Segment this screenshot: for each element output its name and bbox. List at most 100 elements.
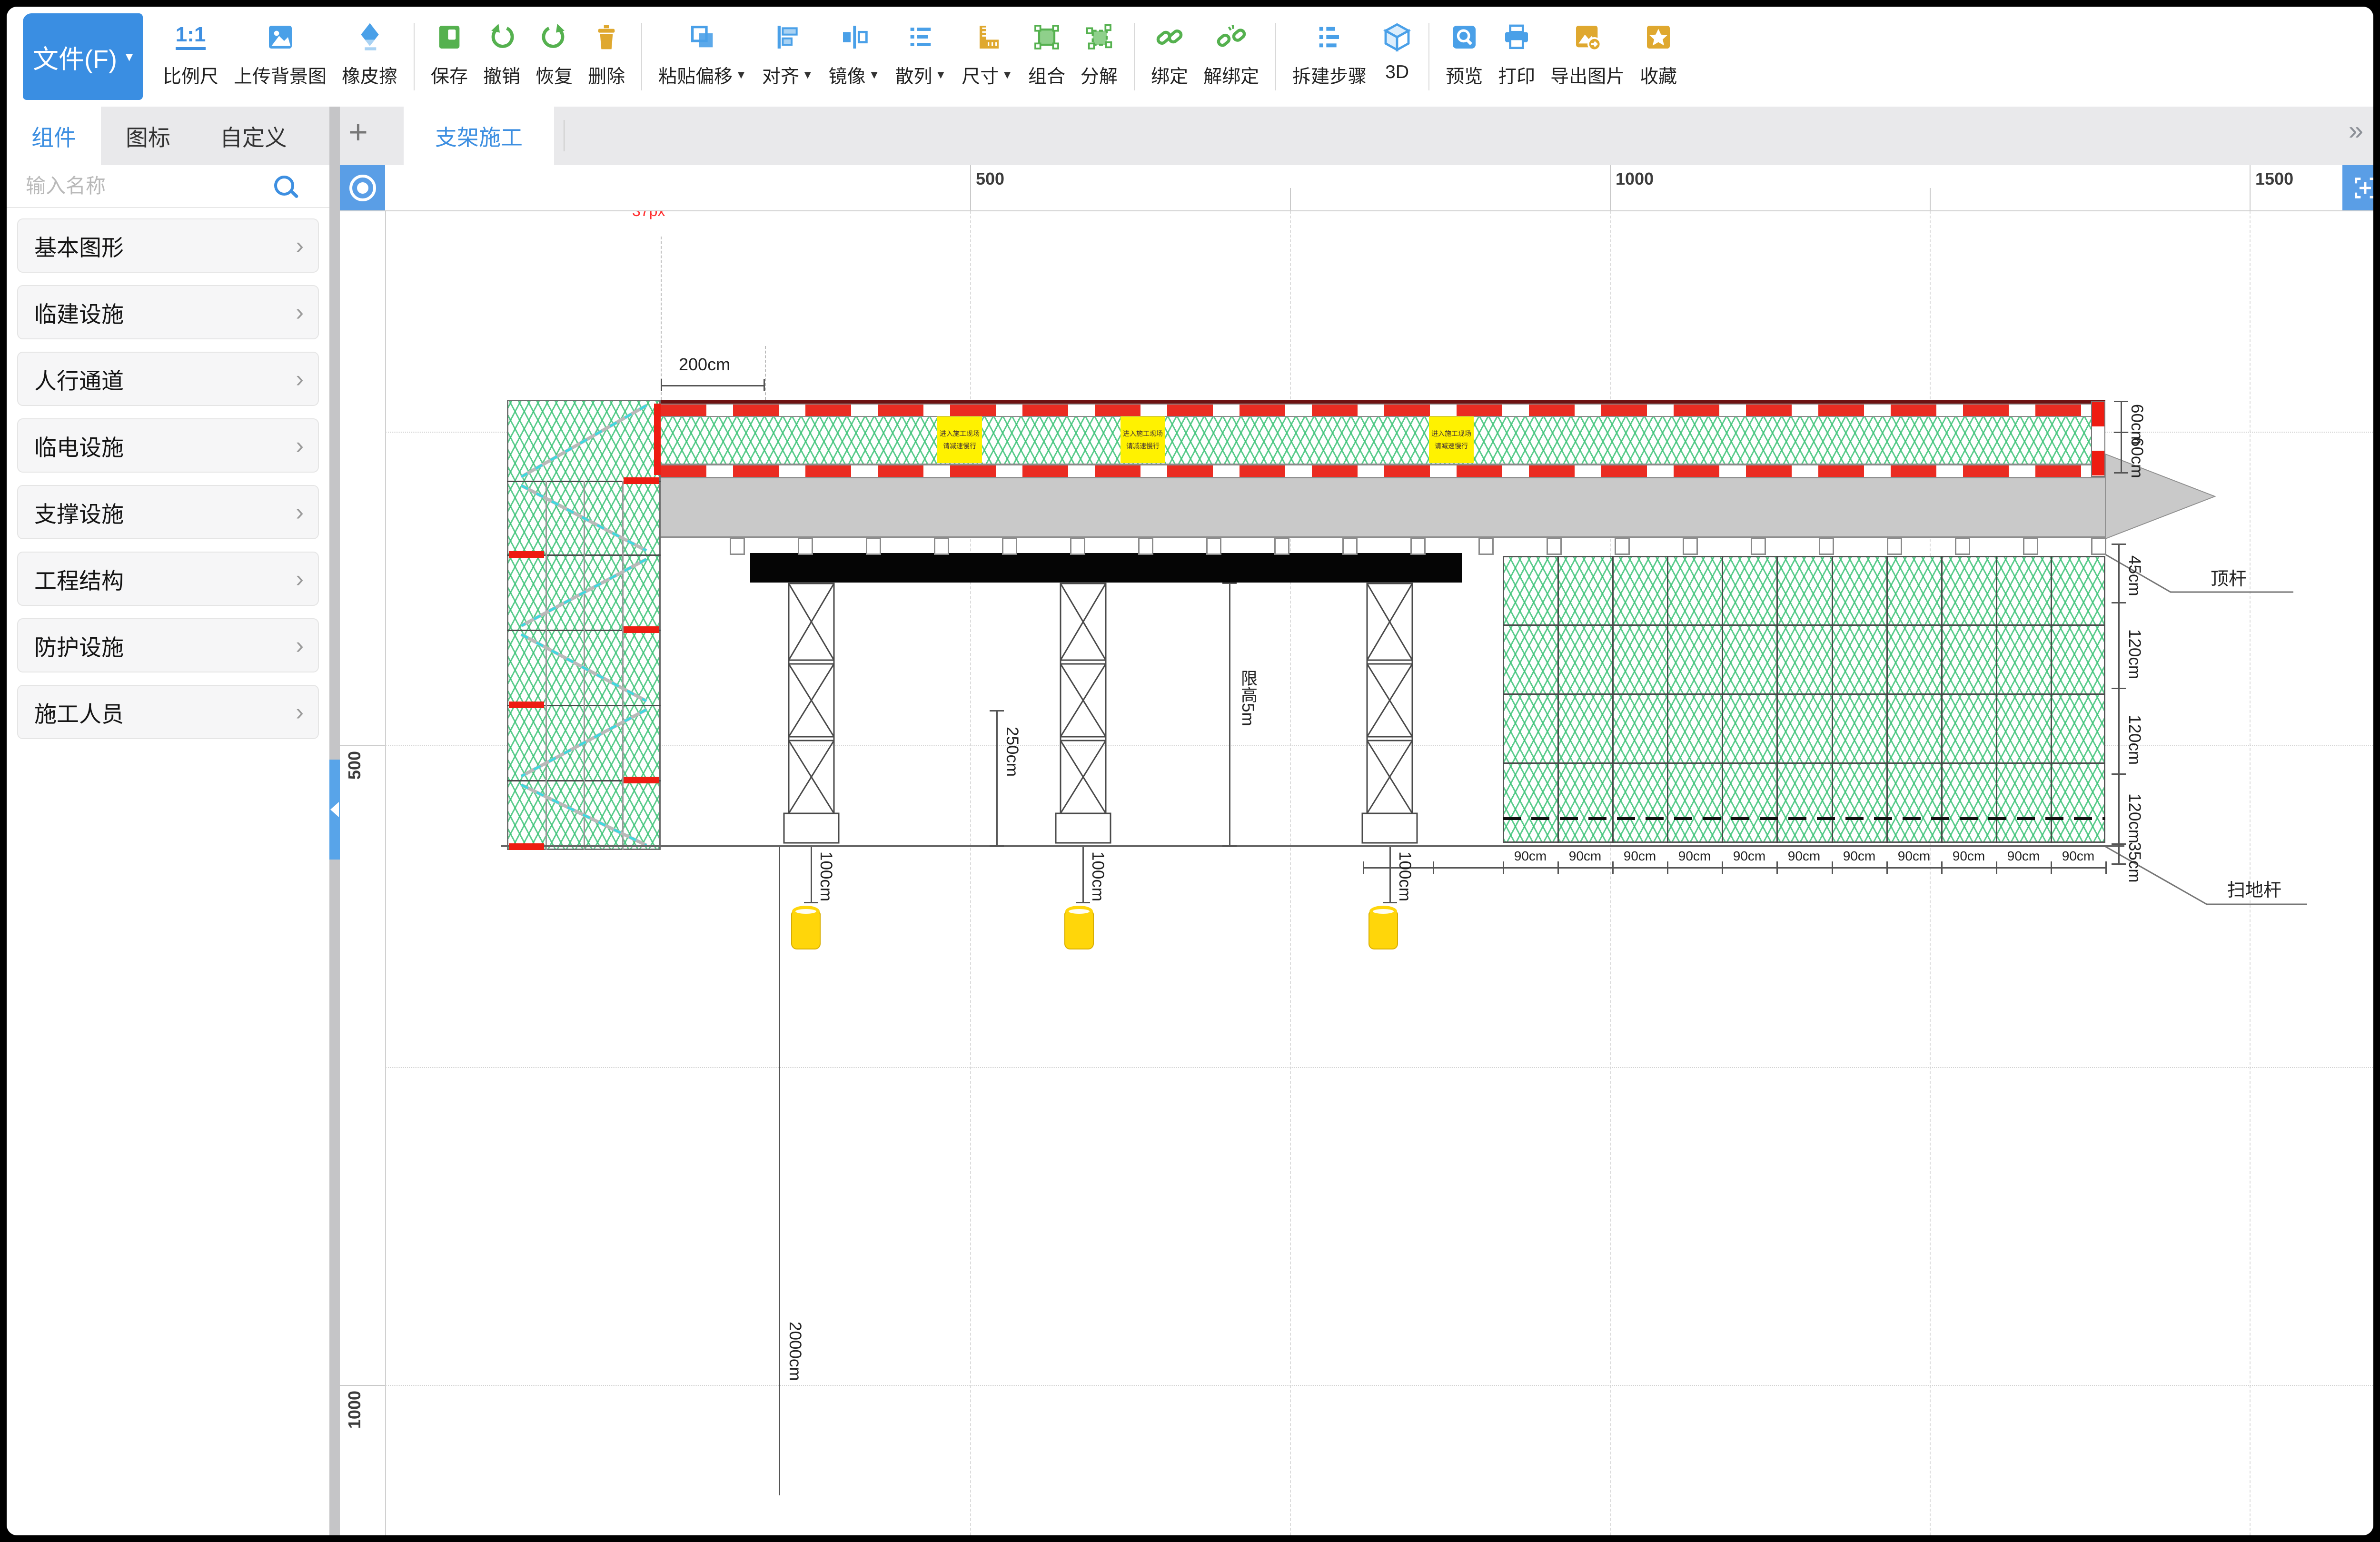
- traffic-barrel[interactable]: [1368, 906, 1398, 949]
- toolbar-button-upload-bg[interactable]: 上传背景图: [226, 7, 334, 107]
- sidebar-category[interactable]: 支撑设施›: [17, 485, 319, 539]
- toolbar-button-undo[interactable]: 撤销: [476, 7, 528, 107]
- toolbar-button-label: 恢复: [536, 62, 573, 89]
- toolbar-separator: [641, 23, 642, 90]
- ruler-minor-tick: [1290, 188, 1291, 210]
- dim-60-line: [2121, 401, 2122, 472]
- file-menu-button[interactable]: 文件(F) ▾: [23, 13, 143, 100]
- toolbar-button-cube[interactable]: 3D: [1374, 7, 1420, 107]
- right-dim-label: 120cm: [2125, 629, 2144, 679]
- sidebar-category[interactable]: 人行通道›: [17, 352, 319, 406]
- sidebar-category[interactable]: 临电设施›: [17, 418, 319, 473]
- sidebar-collapse-handle[interactable]: [329, 760, 340, 860]
- mesh-wall-post: [1667, 556, 1668, 843]
- toolbar-button-unbind[interactable]: 解绑定: [1196, 7, 1267, 107]
- sidebar-category[interactable]: 防护设施›: [17, 618, 319, 672]
- bearing-pad: [866, 538, 881, 555]
- caret-down-icon: ▼: [1002, 69, 1013, 82]
- ruler-vertical[interactable]: 500 1000: [340, 165, 386, 1535]
- category-label: 施工人员: [34, 696, 124, 729]
- toolbar-button-scale[interactable]: 1:1比例尺: [155, 7, 226, 107]
- chevron-right-icon: ›: [296, 367, 304, 391]
- mesh-wall-post: [1557, 556, 1559, 843]
- sidebar-search: [7, 165, 329, 208]
- delete-icon: [591, 19, 622, 55]
- toolbar-button-save[interactable]: 保存: [423, 7, 476, 107]
- ungroup-icon: [1084, 19, 1114, 55]
- toolbar-button-label: 收藏: [1640, 62, 1677, 89]
- category-label: 工程结构: [34, 563, 124, 595]
- toolbar-button-ungroup[interactable]: 分解: [1073, 7, 1125, 107]
- sidebar-category[interactable]: 工程结构 ›: [17, 552, 319, 606]
- canvas-viewport[interactable]: 500 1000 1500 500 1000 37px 进入施工现场 请减速慢行…: [340, 165, 2373, 1535]
- toolbar-button-delete[interactable]: 删除: [580, 7, 633, 107]
- barrel-top: [1369, 906, 1397, 917]
- sidebar-category[interactable]: 基本图形›: [17, 218, 319, 273]
- ruler-tick: [340, 1385, 385, 1386]
- steps-icon: [1314, 19, 1345, 55]
- lattice-tower[interactable]: [783, 583, 840, 844]
- warning-sign[interactable]: 进入施工现场 请减速慢行: [1121, 416, 1165, 463]
- warning-sign[interactable]: 进入施工现场 请减速慢行: [937, 416, 982, 463]
- search-input[interactable]: [25, 174, 255, 198]
- caret-down-icon: ▾: [126, 49, 133, 65]
- toolbar-button-favorite[interactable]: 收藏: [1632, 7, 1685, 107]
- joint-red-mark: [509, 551, 544, 558]
- tab-support-construction[interactable]: 支架施工: [404, 107, 554, 165]
- ruler-number: 1000: [345, 1391, 365, 1429]
- ruler-number: 1000: [1616, 169, 1654, 189]
- toolbar-button-size[interactable]: 尺寸▼: [954, 7, 1021, 107]
- tab-overflow-button[interactable]: »: [2349, 117, 2363, 144]
- toolbar-button-scatter[interactable]: 散列▼: [887, 7, 954, 107]
- right-dim-chain-line: [2118, 544, 2120, 863]
- toolbar-button-eraser[interactable]: 橡皮擦: [334, 7, 405, 107]
- lattice-tower[interactable]: [1055, 583, 1111, 844]
- ruler-number: 1500: [2255, 169, 2293, 189]
- sidebar-category[interactable]: 临建设施›: [17, 285, 319, 339]
- right-dim-label: 45cm: [2125, 555, 2144, 596]
- tab-label: 支架施工: [435, 120, 523, 152]
- toolbar: 文件(F) ▾ 1:1比例尺上传背景图橡皮擦保存撤销恢复删除粘贴偏移▼对齐▼镜像…: [7, 7, 2373, 108]
- sweep-rod-label: 扫地杆: [2227, 875, 2281, 901]
- bearing-pad: [1547, 538, 1562, 555]
- chevron-right-icon: ›: [296, 500, 304, 524]
- toolbar-button-redo[interactable]: 恢复: [528, 7, 580, 107]
- warning-sign[interactable]: 进入施工现场 请减速慢行: [1429, 416, 1474, 463]
- sidebar: 组件图标自定义 基本图形› 临建设施› 人行通道› 临电设施› 支撑设施› 工程结构 › 防护…: [7, 107, 329, 1535]
- barrel-body: [1064, 911, 1094, 949]
- caret-down-icon: ▼: [869, 69, 880, 82]
- bearing-pad: [1274, 538, 1289, 555]
- toolbar-button-group[interactable]: 组合: [1021, 7, 1073, 107]
- tab-separator: [564, 120, 565, 151]
- lattice-tower[interactable]: [1361, 583, 1418, 844]
- mesh-wall-post: [1996, 556, 1997, 843]
- traffic-barrel[interactable]: [791, 906, 821, 949]
- height-limit-line: [1229, 583, 1230, 847]
- search-icon[interactable]: [274, 176, 294, 196]
- ruler-origin-button[interactable]: [340, 165, 385, 210]
- sidebar-tab-组件[interactable]: 组件: [7, 107, 101, 165]
- toolbar-button-label: 橡皮擦: [342, 62, 397, 89]
- bearing-pad: [1478, 538, 1494, 555]
- traffic-barrel[interactable]: [1064, 906, 1094, 949]
- toolbar-button-print[interactable]: 打印: [1490, 7, 1543, 107]
- toolbar-button-align[interactable]: 对齐▼: [754, 7, 821, 107]
- toolbar-button-export-image[interactable]: 导出图片: [1543, 7, 1632, 107]
- sidebar-tab-图标[interactable]: 图标: [101, 107, 195, 165]
- add-tab-button[interactable]: +: [348, 115, 368, 148]
- ruler-horizontal[interactable]: 500 1000 1500: [340, 165, 2373, 211]
- toolbar-button-bind[interactable]: 绑定: [1143, 7, 1196, 107]
- sidebar-category[interactable]: 施工人员›: [17, 685, 319, 739]
- bearing-pad: [1410, 538, 1426, 555]
- chevron-right-icon: ›: [296, 567, 304, 591]
- toolbar-button-label: 拆建步骤: [1292, 62, 1367, 89]
- toolbar-button-steps[interactable]: 拆建步骤: [1285, 7, 1374, 107]
- toolbar-button-paste-offset[interactable]: 粘贴偏移▼: [651, 7, 754, 107]
- height-limit-label: 限高5m: [1236, 670, 1260, 726]
- toolbar-button-preview[interactable]: 预览: [1438, 7, 1490, 107]
- sidebar-tab-自定义[interactable]: 自定义: [195, 107, 312, 165]
- dim-90-label: 90cm: [1503, 849, 1558, 864]
- fit-to-screen-button[interactable]: [2342, 165, 2373, 210]
- toolbar-button-mirror[interactable]: 镜像▼: [821, 7, 888, 107]
- toolbar-groups: 1:1比例尺上传背景图橡皮擦保存撤销恢复删除粘贴偏移▼对齐▼镜像▼散列▼尺寸▼组…: [155, 7, 1685, 107]
